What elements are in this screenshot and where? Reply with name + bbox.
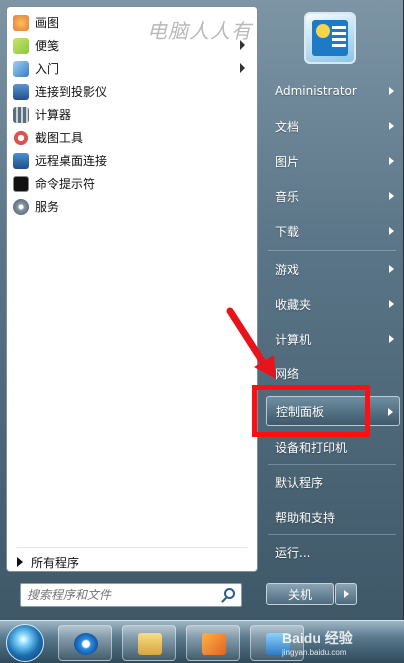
- sticky-notes-icon: [13, 37, 29, 54]
- file-explorer-icon: [138, 633, 162, 655]
- program-snipping-tool[interactable]: 截图工具: [11, 126, 253, 149]
- program-projector[interactable]: 连接到投影仪: [11, 80, 253, 103]
- submenu-arrow-icon: [389, 157, 394, 165]
- annotation-highlight-box: [252, 385, 370, 437]
- right-item-games[interactable]: 游戏: [266, 254, 400, 284]
- user-picture-icon: [312, 20, 348, 56]
- divider: [268, 534, 396, 535]
- getting-started-icon: [13, 60, 29, 77]
- divider: [268, 464, 396, 465]
- right-item-label: 音乐: [275, 189, 300, 204]
- baidu-watermark-url: jingyan.baidu.com: [282, 648, 347, 657]
- program-calculator[interactable]: 计算器: [11, 103, 253, 126]
- submenu-arrow-icon: [389, 192, 394, 200]
- projector-icon: [13, 83, 29, 100]
- start-menu: 电脑人人有 画图 便笺 入门 连接到投影仪 计算器 截图工具 远程桌面连接 命令…: [0, 0, 404, 620]
- programs-panel: 电脑人人有 画图 便笺 入门 连接到投影仪 计算器 截图工具 远程桌面连接 命令…: [6, 6, 258, 572]
- program-label: 便笺: [35, 39, 60, 53]
- program-list: 画图 便笺 入门 连接到投影仪 计算器 截图工具 远程桌面连接 命令提示符 服务: [11, 11, 253, 218]
- submenu-arrow-icon: [389, 227, 394, 235]
- shutdown-label: 关机: [287, 587, 312, 602]
- right-item-run[interactable]: 运行...: [266, 537, 400, 567]
- right-item-label: 下载: [275, 224, 300, 239]
- right-item-label: 设备和打印机: [275, 440, 348, 455]
- taskbar-button-media-player[interactable]: [186, 625, 240, 661]
- right-item-label: 默认程序: [275, 475, 324, 490]
- shutdown-button[interactable]: 关机: [266, 583, 334, 605]
- internet-explorer-icon: [74, 633, 98, 655]
- divider: [17, 547, 247, 548]
- right-item-documents[interactable]: 文档: [266, 111, 400, 141]
- right-item-computer[interactable]: 计算机: [266, 324, 400, 354]
- submenu-arrow-icon: [240, 40, 245, 50]
- right-item-label: 图片: [275, 154, 300, 169]
- search-icon[interactable]: [224, 588, 235, 599]
- right-item-label: 游戏: [275, 262, 300, 277]
- search-box[interactable]: [20, 583, 242, 607]
- submenu-arrow-icon: [389, 300, 394, 308]
- right-item-downloads[interactable]: 下载: [266, 216, 400, 246]
- start-orb-icon[interactable]: [6, 624, 44, 662]
- taskbar-button-ie[interactable]: [58, 625, 112, 661]
- services-icon: [13, 198, 29, 215]
- paint-icon: [13, 14, 29, 31]
- baidu-watermark: Baidu 经验 jingyan.baidu.com: [282, 628, 353, 657]
- remote-desktop-icon: [13, 152, 29, 169]
- user-picture[interactable]: [304, 12, 356, 64]
- shutdown-options-button[interactable]: [335, 583, 357, 605]
- calculator-icon: [13, 106, 29, 123]
- cmd-icon: [13, 175, 29, 192]
- program-cmd[interactable]: 命令提示符: [11, 172, 253, 195]
- program-label: 入门: [35, 62, 60, 76]
- right-item-label: Administrator: [275, 84, 357, 98]
- right-item-label: 运行...: [275, 545, 311, 560]
- right-item-network[interactable]: 网络: [266, 358, 400, 388]
- snipping-tool-icon: [13, 129, 29, 146]
- program-paint[interactable]: 画图: [11, 11, 253, 34]
- submenu-arrow-icon: [389, 87, 394, 95]
- program-sticky-notes[interactable]: 便笺: [11, 34, 253, 57]
- right-item-music[interactable]: 音乐: [266, 181, 400, 211]
- divider: [268, 250, 396, 251]
- right-item-help-support[interactable]: 帮助和支持: [266, 502, 400, 532]
- taskbar-button-explorer[interactable]: [122, 625, 176, 661]
- program-label: 计算器: [35, 108, 72, 122]
- program-getting-started[interactable]: 入门: [11, 57, 253, 80]
- media-player-icon: [202, 633, 226, 655]
- submenu-arrow-icon: [240, 63, 245, 73]
- submenu-arrow-icon: [389, 265, 394, 273]
- program-label: 连接到投影仪: [35, 85, 108, 99]
- all-programs-label: 所有程序: [31, 555, 80, 570]
- annotation-arrow-icon: [226, 307, 276, 379]
- program-label: 服务: [35, 200, 60, 214]
- program-services[interactable]: 服务: [11, 195, 253, 218]
- right-item-pictures[interactable]: 图片: [266, 146, 400, 176]
- submenu-arrow-icon: [388, 408, 393, 416]
- all-programs-button[interactable]: 所有程序: [17, 553, 79, 571]
- program-remote-desktop[interactable]: 远程桌面连接: [11, 149, 253, 172]
- right-item-administrator[interactable]: Administrator: [266, 76, 400, 106]
- baidu-watermark-text: Baidu 经验: [282, 630, 353, 646]
- program-label: 命令提示符: [35, 177, 96, 191]
- right-item-favorites[interactable]: 收藏夹: [266, 289, 400, 319]
- program-label: 画图: [35, 16, 60, 30]
- expand-arrow-icon: [17, 557, 23, 567]
- program-label: 截图工具: [35, 131, 84, 145]
- right-item-label: 帮助和支持: [275, 510, 336, 525]
- program-label: 远程桌面连接: [35, 154, 108, 168]
- right-item-default-programs[interactable]: 默认程序: [266, 467, 400, 497]
- right-item-label: 文档: [275, 119, 300, 134]
- search-input[interactable]: [21, 584, 211, 606]
- submenu-arrow-icon: [389, 335, 394, 343]
- submenu-arrow-icon: [389, 122, 394, 130]
